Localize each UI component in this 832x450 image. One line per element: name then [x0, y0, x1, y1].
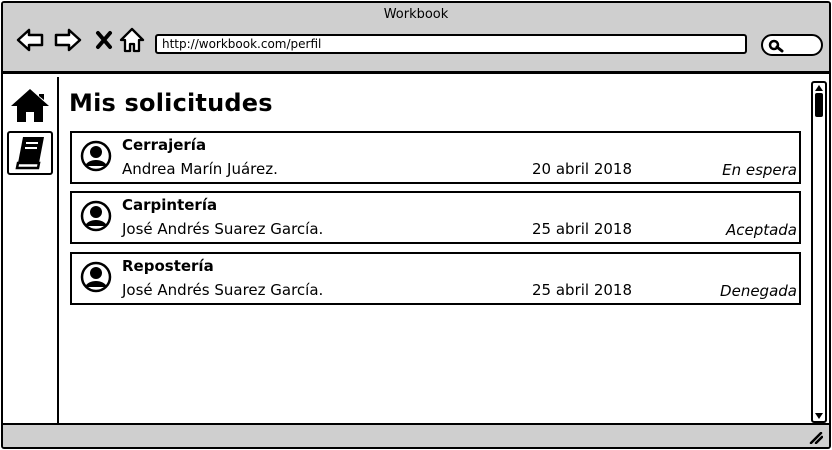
request-person: Andrea Marín Juárez.	[122, 160, 278, 178]
scroll-down-icon[interactable]	[814, 412, 824, 420]
home-outline-icon[interactable]	[117, 25, 147, 55]
scroll-up-icon[interactable]	[814, 84, 824, 92]
request-date: 20 abril 2018	[532, 160, 633, 178]
request-date: 25 abril 2018	[532, 281, 633, 299]
main-content: Mis solicitudes Cerrajería Andrea Marín …	[61, 77, 811, 423]
vertical-scrollbar[interactable]	[811, 81, 827, 423]
window-title: Workbook	[383, 7, 449, 22]
user-avatar-icon	[80, 140, 112, 172]
status-bar	[3, 423, 829, 447]
url-bar[interactable]: http://workbook.com/perfil	[155, 34, 747, 54]
sidebar-item-home[interactable]	[7, 83, 53, 127]
browser-window: Workbook http://workbook.com/perfil Mis …	[1, 1, 831, 449]
page-title: Mis solicitudes	[69, 89, 273, 117]
request-status: Denegada	[720, 282, 797, 300]
request-card[interactable]: Repostería José Andrés Suarez García. 25…	[70, 252, 801, 305]
request-status: Aceptada	[725, 221, 797, 239]
user-avatar-icon	[80, 200, 112, 232]
request-service: Carpintería	[122, 196, 218, 214]
request-card[interactable]: Carpintería José Andrés Suarez García. 2…	[70, 191, 801, 244]
resize-grip-icon[interactable]	[809, 432, 823, 444]
search-icon	[768, 39, 784, 53]
search-field[interactable]	[761, 34, 823, 56]
request-service: Repostería	[122, 257, 214, 275]
title-bar: Workbook http://workbook.com/perfil	[3, 3, 829, 74]
request-date: 25 abril 2018	[532, 220, 633, 238]
request-service: Cerrajería	[122, 136, 207, 154]
forward-arrow-icon[interactable]	[53, 25, 83, 55]
request-person: José Andrés Suarez García.	[122, 281, 324, 299]
back-arrow-icon[interactable]	[15, 25, 45, 55]
book-icon	[15, 137, 44, 170]
scroll-thumb[interactable]	[815, 93, 823, 117]
request-person: José Andrés Suarez García.	[122, 220, 324, 238]
user-avatar-icon	[80, 261, 112, 293]
sidebar	[3, 77, 59, 423]
close-x-icon[interactable]	[89, 25, 119, 55]
request-status: En espera	[722, 161, 797, 179]
request-card[interactable]: Cerrajería Andrea Marín Juárez. 20 abril…	[70, 131, 801, 184]
sidebar-item-requests[interactable]	[7, 131, 53, 175]
home-icon	[11, 89, 49, 122]
